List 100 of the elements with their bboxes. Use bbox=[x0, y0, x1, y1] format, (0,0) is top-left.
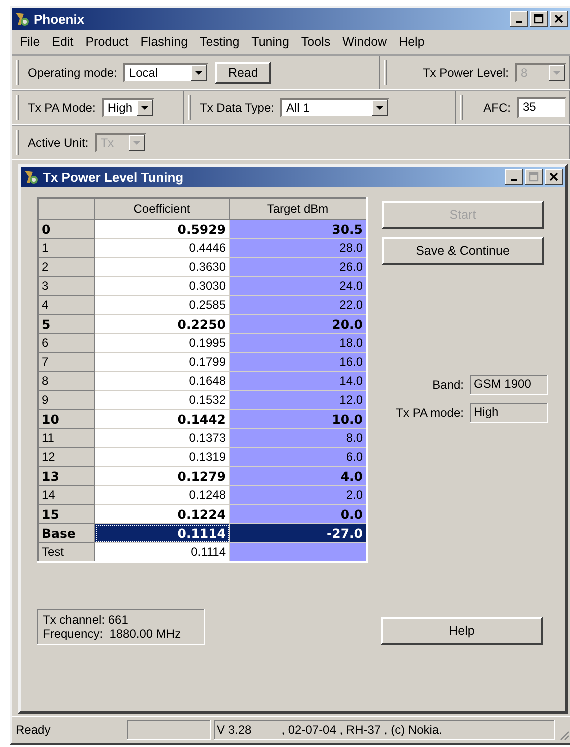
status-text: Ready bbox=[16, 723, 52, 737]
table-cell: 30.5 bbox=[230, 220, 367, 238]
row-header[interactable]: 3 bbox=[38, 276, 94, 296]
field-label: Tx Data Type: bbox=[200, 100, 274, 114]
column-header[interactable]: Coefficient bbox=[94, 198, 230, 220]
tool-icon bbox=[23, 169, 39, 185]
row-header[interactable]: 13 bbox=[38, 466, 94, 486]
menu-item[interactable]: Window bbox=[336, 35, 394, 49]
row-header[interactable]: 6 bbox=[38, 334, 94, 352]
close-button[interactable] bbox=[545, 169, 563, 185]
table-cell: 0.1648 bbox=[94, 372, 230, 390]
field-label: Active Unit: bbox=[28, 136, 89, 150]
table-cell: 4.0 bbox=[230, 466, 367, 486]
menu-item[interactable]: Tools bbox=[295, 35, 337, 49]
menu-item[interactable]: Flashing bbox=[134, 35, 194, 49]
read-button[interactable]: Read bbox=[215, 62, 272, 84]
minimize-icon bbox=[511, 179, 517, 181]
version-text: V 3.28 bbox=[217, 723, 252, 737]
close-button[interactable] bbox=[550, 11, 568, 27]
row-header[interactable]: 14 bbox=[38, 486, 94, 504]
row-header[interactable]: Base bbox=[38, 524, 94, 542]
menu-item[interactable]: Edit bbox=[46, 35, 80, 49]
row-header[interactable]: 2 bbox=[38, 258, 94, 276]
row-header[interactable]: 9 bbox=[38, 390, 94, 410]
row-header[interactable]: 1 bbox=[38, 238, 94, 258]
minimize-button[interactable] bbox=[505, 169, 523, 185]
table-cell: 0.1442 bbox=[94, 410, 230, 428]
table-cell: 26.0 bbox=[230, 258, 367, 276]
table-cell: 0.3630 bbox=[94, 258, 230, 276]
field-label: Operating mode: bbox=[28, 66, 118, 80]
field-label: AFC: bbox=[484, 100, 511, 114]
row-header[interactable]: 10 bbox=[38, 410, 94, 428]
menu-item[interactable]: File bbox=[14, 35, 46, 49]
table-cell: 0.0 bbox=[230, 504, 367, 524]
row-header[interactable]: 8 bbox=[38, 372, 94, 390]
dropdown[interactable]: High bbox=[102, 98, 154, 118]
dropdown-arrow-icon bbox=[132, 140, 141, 144]
table-cell: 10.0 bbox=[230, 410, 367, 428]
column-header[interactable]: Target dBm bbox=[230, 198, 367, 220]
readonly-field: GSM 1900 bbox=[470, 375, 548, 395]
dropdown-arrow-icon bbox=[553, 70, 561, 74]
table-cell: 20.0 bbox=[230, 314, 367, 334]
table-cell: 14.0 bbox=[230, 372, 367, 390]
row-header[interactable]: 5 bbox=[38, 314, 94, 334]
save-continue-button[interactable]: Save & Continue bbox=[382, 237, 544, 265]
input-field[interactable]: 35 bbox=[517, 96, 567, 118]
table-cell: 0.1224 bbox=[94, 504, 230, 524]
row-header[interactable]: 12 bbox=[38, 448, 94, 466]
maximize-icon bbox=[534, 14, 544, 24]
field-label: Tx Power Level: bbox=[422, 66, 509, 80]
table-cell: 18.0 bbox=[230, 334, 367, 352]
dropdown-arrow-icon bbox=[140, 106, 148, 110]
window-title: Phoenix bbox=[34, 12, 86, 26]
help-button[interactable]: Help bbox=[381, 617, 543, 645]
row-header[interactable]: 7 bbox=[38, 352, 94, 372]
table-cell: -27.0 bbox=[230, 524, 367, 542]
tool-icon bbox=[14, 11, 30, 27]
menu-item[interactable]: Product bbox=[80, 35, 135, 49]
table-cell: 16.0 bbox=[230, 352, 367, 372]
menu-item[interactable]: Tuning bbox=[246, 35, 296, 49]
menu-item[interactable]: Help bbox=[393, 35, 431, 49]
maximize-button[interactable] bbox=[530, 11, 548, 27]
row-header[interactable]: 11 bbox=[38, 428, 94, 448]
minimize-button[interactable] bbox=[510, 11, 528, 27]
dropdown[interactable]: Local bbox=[123, 62, 210, 82]
table-cell: 0.1799 bbox=[94, 352, 230, 372]
table-cell: 2.0 bbox=[230, 486, 367, 504]
table-cell: 0.1995 bbox=[94, 334, 230, 352]
close-icon bbox=[549, 172, 559, 182]
table-cell: 6.0 bbox=[230, 448, 367, 466]
maximize-button[interactable] bbox=[525, 169, 543, 185]
status-text: , 02-07-04 , RH-37 , (c) Nokia. bbox=[282, 723, 442, 737]
dropdown-arrow-icon bbox=[195, 70, 204, 74]
table-cell: 22.0 bbox=[230, 296, 367, 314]
field-label: Band: bbox=[432, 378, 464, 392]
table-cell: 0.2585 bbox=[94, 296, 230, 314]
dropdown[interactable]: All 1 bbox=[280, 98, 390, 118]
window-title: Tx Power Level Tuning bbox=[43, 170, 185, 184]
readonly-field: High bbox=[470, 403, 548, 423]
table-cell: 0.1532 bbox=[94, 390, 230, 410]
row-header[interactable]: 0 bbox=[38, 220, 94, 238]
close-icon bbox=[554, 14, 564, 24]
table-cell: 24.0 bbox=[230, 276, 367, 296]
row-header[interactable]: Test bbox=[38, 542, 94, 562]
info-text: Tx channel: 661 bbox=[43, 613, 130, 627]
maximize-icon bbox=[529, 172, 539, 182]
info-text: Frequency: 1880.00 MHz bbox=[43, 627, 182, 641]
table-cell: 12.0 bbox=[230, 390, 367, 410]
field-label: Tx PA Mode: bbox=[28, 100, 96, 114]
row-header[interactable]: 15 bbox=[38, 504, 94, 524]
table-cell: 0.5929 bbox=[94, 220, 230, 238]
row-header[interactable]: 4 bbox=[38, 296, 94, 314]
table-cell: 0.1319 bbox=[94, 448, 230, 466]
table-cell: 0.3030 bbox=[94, 276, 230, 296]
resize-grip-icon[interactable] bbox=[558, 729, 570, 741]
table-cell: 0.1114 bbox=[94, 542, 230, 562]
table-cell: 0.1373 bbox=[94, 428, 230, 448]
menu-item[interactable]: Testing bbox=[194, 35, 246, 49]
table-cell: 28.0 bbox=[230, 238, 367, 258]
minimize-icon bbox=[516, 21, 522, 23]
